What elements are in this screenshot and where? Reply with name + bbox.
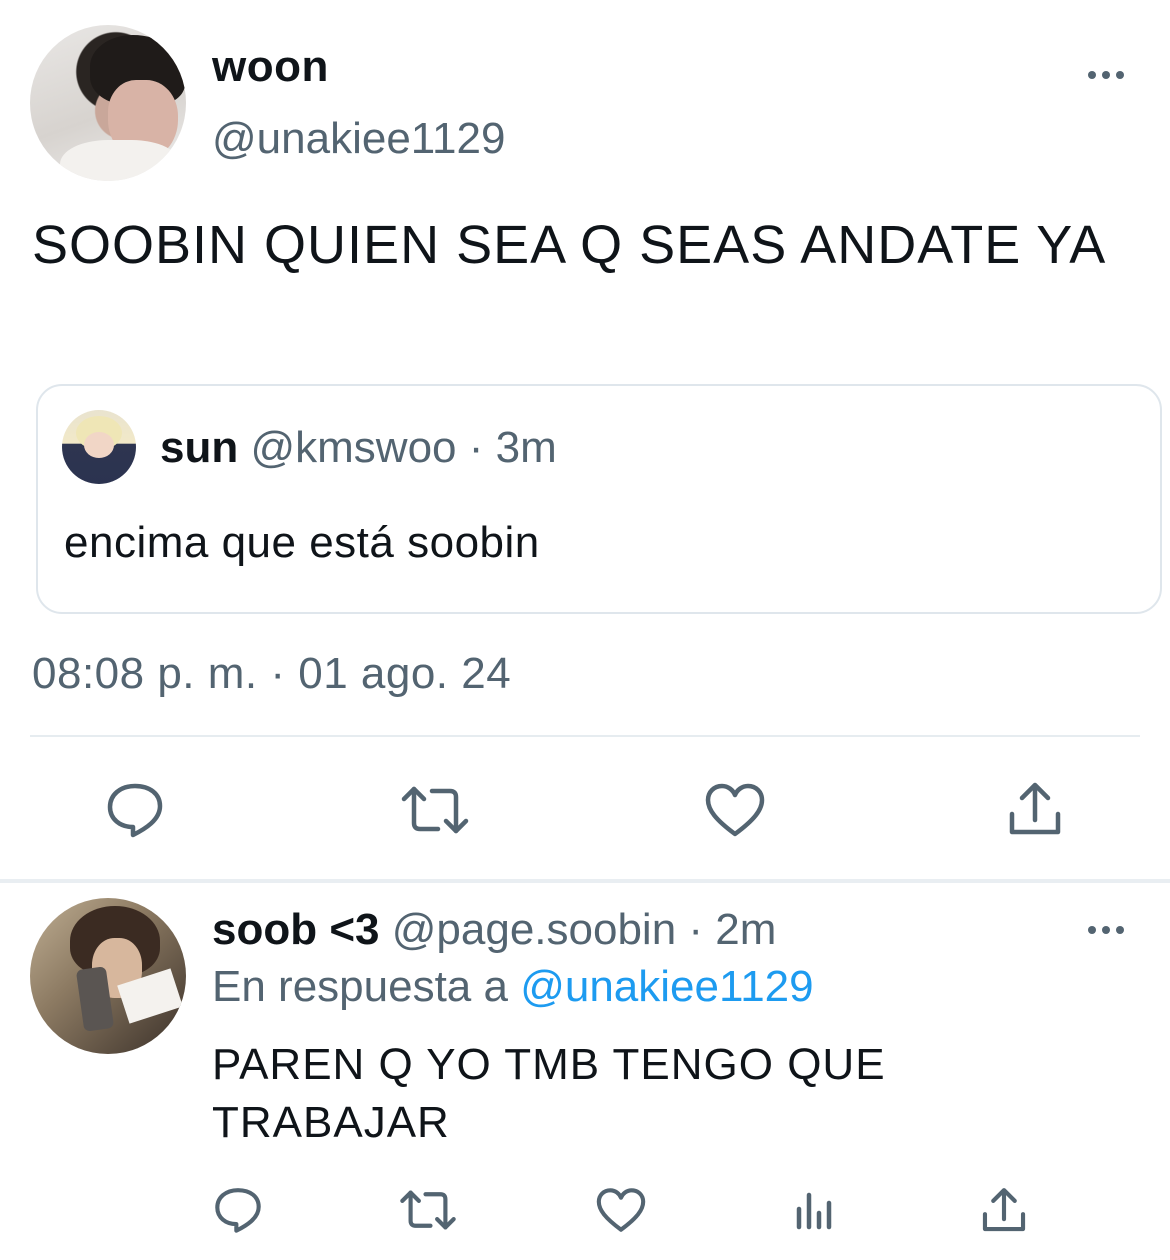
avatar[interactable] <box>30 898 186 1054</box>
reply-context: En respuesta a @unakiee1129 <box>212 962 814 1012</box>
reply-display-name[interactable]: soob <3 <box>212 905 380 954</box>
avatar[interactable] <box>30 25 186 181</box>
like-icon[interactable] <box>594 1186 648 1234</box>
reply-time: · 2m <box>688 905 777 954</box>
display-name[interactable]: woon <box>212 42 329 92</box>
like-icon[interactable] <box>702 780 768 840</box>
quoted-avatar <box>62 410 136 484</box>
quoted-time: · 3m <box>468 423 557 472</box>
more-options-icon[interactable] <box>1088 923 1128 935</box>
share-icon[interactable] <box>1004 778 1066 840</box>
section-divider <box>0 879 1170 883</box>
divider <box>30 735 1140 737</box>
tweet-timestamp[interactable]: 08:08 p. m. · 01 ago. 24 <box>32 649 511 699</box>
analytics-icon[interactable] <box>788 1184 838 1234</box>
reply-prefix: En respuesta a <box>212 962 508 1011</box>
share-icon[interactable] <box>978 1184 1030 1236</box>
quoted-tweet-header: sun @kmswoo · 3m <box>160 423 557 473</box>
retweet-icon[interactable] <box>397 1186 459 1234</box>
reply-to-link[interactable]: @unakiee1129 <box>520 962 813 1011</box>
reply-icon[interactable] <box>100 778 170 842</box>
quoted-tweet-card[interactable] <box>36 384 1162 614</box>
user-handle[interactable]: @unakiee1129 <box>212 114 505 164</box>
more-options-icon[interactable] <box>1088 68 1128 80</box>
quoted-handle: @kmswoo <box>250 423 457 472</box>
retweet-icon[interactable] <box>398 780 472 840</box>
reply-icon[interactable] <box>210 1184 266 1236</box>
reply-header: soob <3 @page.soobin · 2m <box>212 905 776 955</box>
tweet-text: SOOBIN QUIEN SEA Q SEAS ANDATE YA <box>32 215 1107 275</box>
reply-handle[interactable]: @page.soobin <box>392 905 676 954</box>
reply-text: PAREN Q YO TMB TENGO QUE TRABAJAR <box>212 1040 886 1147</box>
quoted-display-name: sun <box>160 423 239 472</box>
quoted-tweet-text: encima que está soobin <box>64 518 540 567</box>
